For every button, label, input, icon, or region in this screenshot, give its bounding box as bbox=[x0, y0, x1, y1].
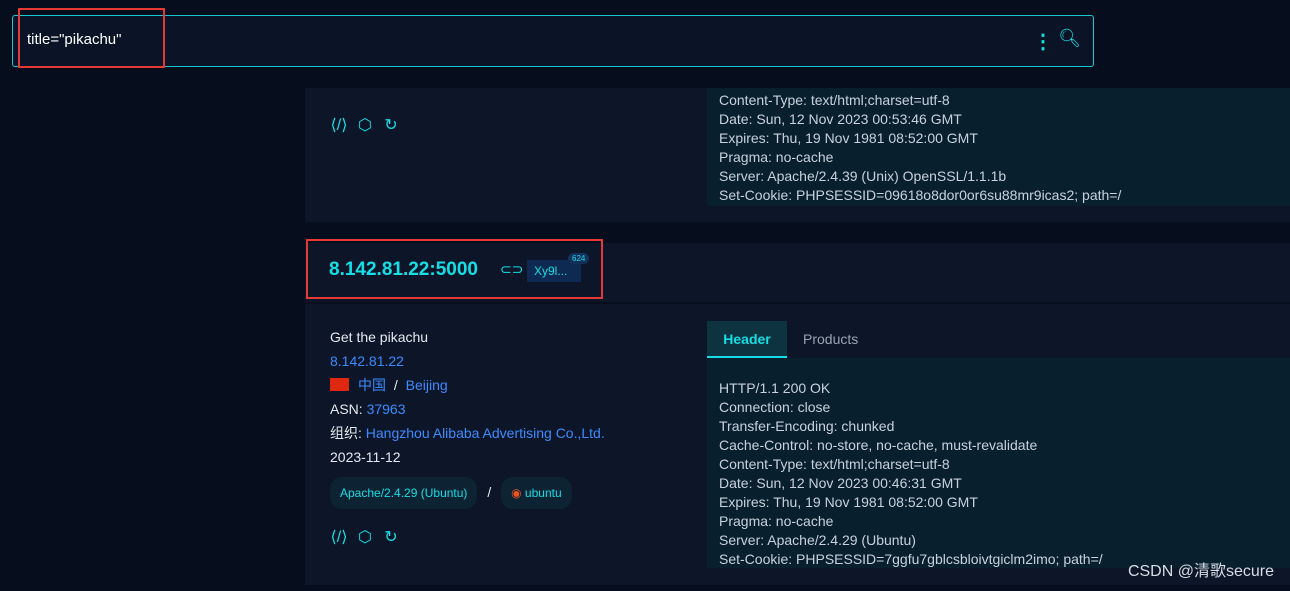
result-card-2-body: Get the pikachu 8.142.81.22 中国 / Beijing… bbox=[305, 304, 1290, 585]
site-title: Get the pikachu bbox=[330, 329, 429, 345]
city-link[interactable]: Beijing bbox=[406, 377, 448, 393]
asn-link[interactable]: 37963 bbox=[367, 401, 406, 417]
header-line: Transfer-Encoding: chunked bbox=[719, 418, 895, 434]
code-icon[interactable]: ⟨/⟩ bbox=[330, 117, 348, 135]
highlight-box bbox=[18, 8, 165, 68]
header-line: Content-Type: text/html;charset=utf-8 bbox=[719, 92, 950, 108]
watermark: CSDN @清歌secure bbox=[1127, 563, 1274, 580]
tabs: Header Products bbox=[707, 321, 1290, 358]
header-line: Content-Type: text/html;charset=utf-8 bbox=[719, 456, 950, 472]
china-flag-icon bbox=[330, 378, 349, 391]
header-panel: HTTP/1.1 200 OK Connection: close Transf… bbox=[707, 358, 1290, 568]
header-line: Connection: close bbox=[719, 399, 831, 415]
card-actions: ⟨/⟩ ⬡ ↻ bbox=[330, 529, 408, 547]
refresh-icon[interactable]: ↻ bbox=[382, 117, 400, 135]
result-card-1: ⟨/⟩ ⬡ ↻ Content-Type: text/html;charset=ut… bbox=[305, 88, 1290, 222]
separator: / bbox=[393, 377, 398, 393]
asn-label: ASN: bbox=[330, 401, 363, 417]
header-line: Pragma: no-cache bbox=[719, 513, 834, 529]
os-pill[interactable]: ◉ ubuntu bbox=[501, 477, 572, 509]
card-actions: ⟨/⟩ ⬡ ↻ bbox=[330, 117, 408, 135]
tab-products[interactable]: Products bbox=[787, 321, 874, 358]
header-line: Date: Sun, 12 Nov 2023 00:53:46 GMT bbox=[719, 111, 962, 127]
tab-header[interactable]: Header bbox=[707, 321, 787, 358]
org-label: 组织: bbox=[330, 425, 362, 441]
ip-link[interactable]: 8.142.81.22 bbox=[330, 349, 605, 373]
vertical-dots-icon[interactable]: ⋮ bbox=[1033, 29, 1053, 54]
header-panel: Content-Type: text/html;charset=utf-8 Da… bbox=[707, 88, 1290, 206]
header-line: Pragma: no-cache bbox=[719, 149, 834, 165]
search-bar[interactable]: title="pikachu" ⋮ 🔍︎ bbox=[12, 15, 1094, 67]
ubuntu-icon: ◉ bbox=[511, 486, 522, 500]
org-link[interactable]: Hangzhou Alibaba Advertising Co.,Ltd. bbox=[366, 425, 605, 441]
header-line: Server: Apache/2.4.29 (Ubuntu) bbox=[719, 532, 916, 548]
code-icon[interactable]: ⟨/⟩ bbox=[330, 529, 348, 547]
header-line: Date: Sun, 12 Nov 2023 00:46:31 GMT bbox=[719, 475, 962, 491]
refresh-icon[interactable]: ↻ bbox=[382, 529, 400, 547]
header-line: Expires: Thu, 19 Nov 1981 08:52:00 GMT bbox=[719, 494, 978, 510]
cube-icon[interactable]: ⬡ bbox=[356, 117, 374, 135]
search-icon[interactable]: 🔍︎ bbox=[1058, 28, 1081, 49]
header-line: Set-Cookie: PHPSESSID=09618o8dor0or6su88… bbox=[719, 187, 1122, 203]
highlight-box bbox=[306, 239, 603, 299]
date: 2023-11-12 bbox=[330, 449, 401, 465]
separator: / bbox=[487, 484, 492, 500]
server-pill[interactable]: Apache/2.4.29 (Ubuntu) bbox=[330, 477, 478, 509]
header-line: HTTP/1.1 200 OK bbox=[719, 380, 831, 396]
cube-icon[interactable]: ⬡ bbox=[356, 529, 374, 547]
os-label: ubuntu bbox=[524, 486, 562, 500]
country-link[interactable]: 中国 bbox=[358, 377, 386, 393]
header-line: Server: Apache/2.4.39 (Unix) OpenSSL/1.1… bbox=[719, 168, 1007, 184]
header-line: Expires: Thu, 19 Nov 1981 08:52:00 GMT bbox=[719, 130, 978, 146]
header-line: Cache-Control: no-store, no-cache, must-… bbox=[719, 437, 1038, 453]
